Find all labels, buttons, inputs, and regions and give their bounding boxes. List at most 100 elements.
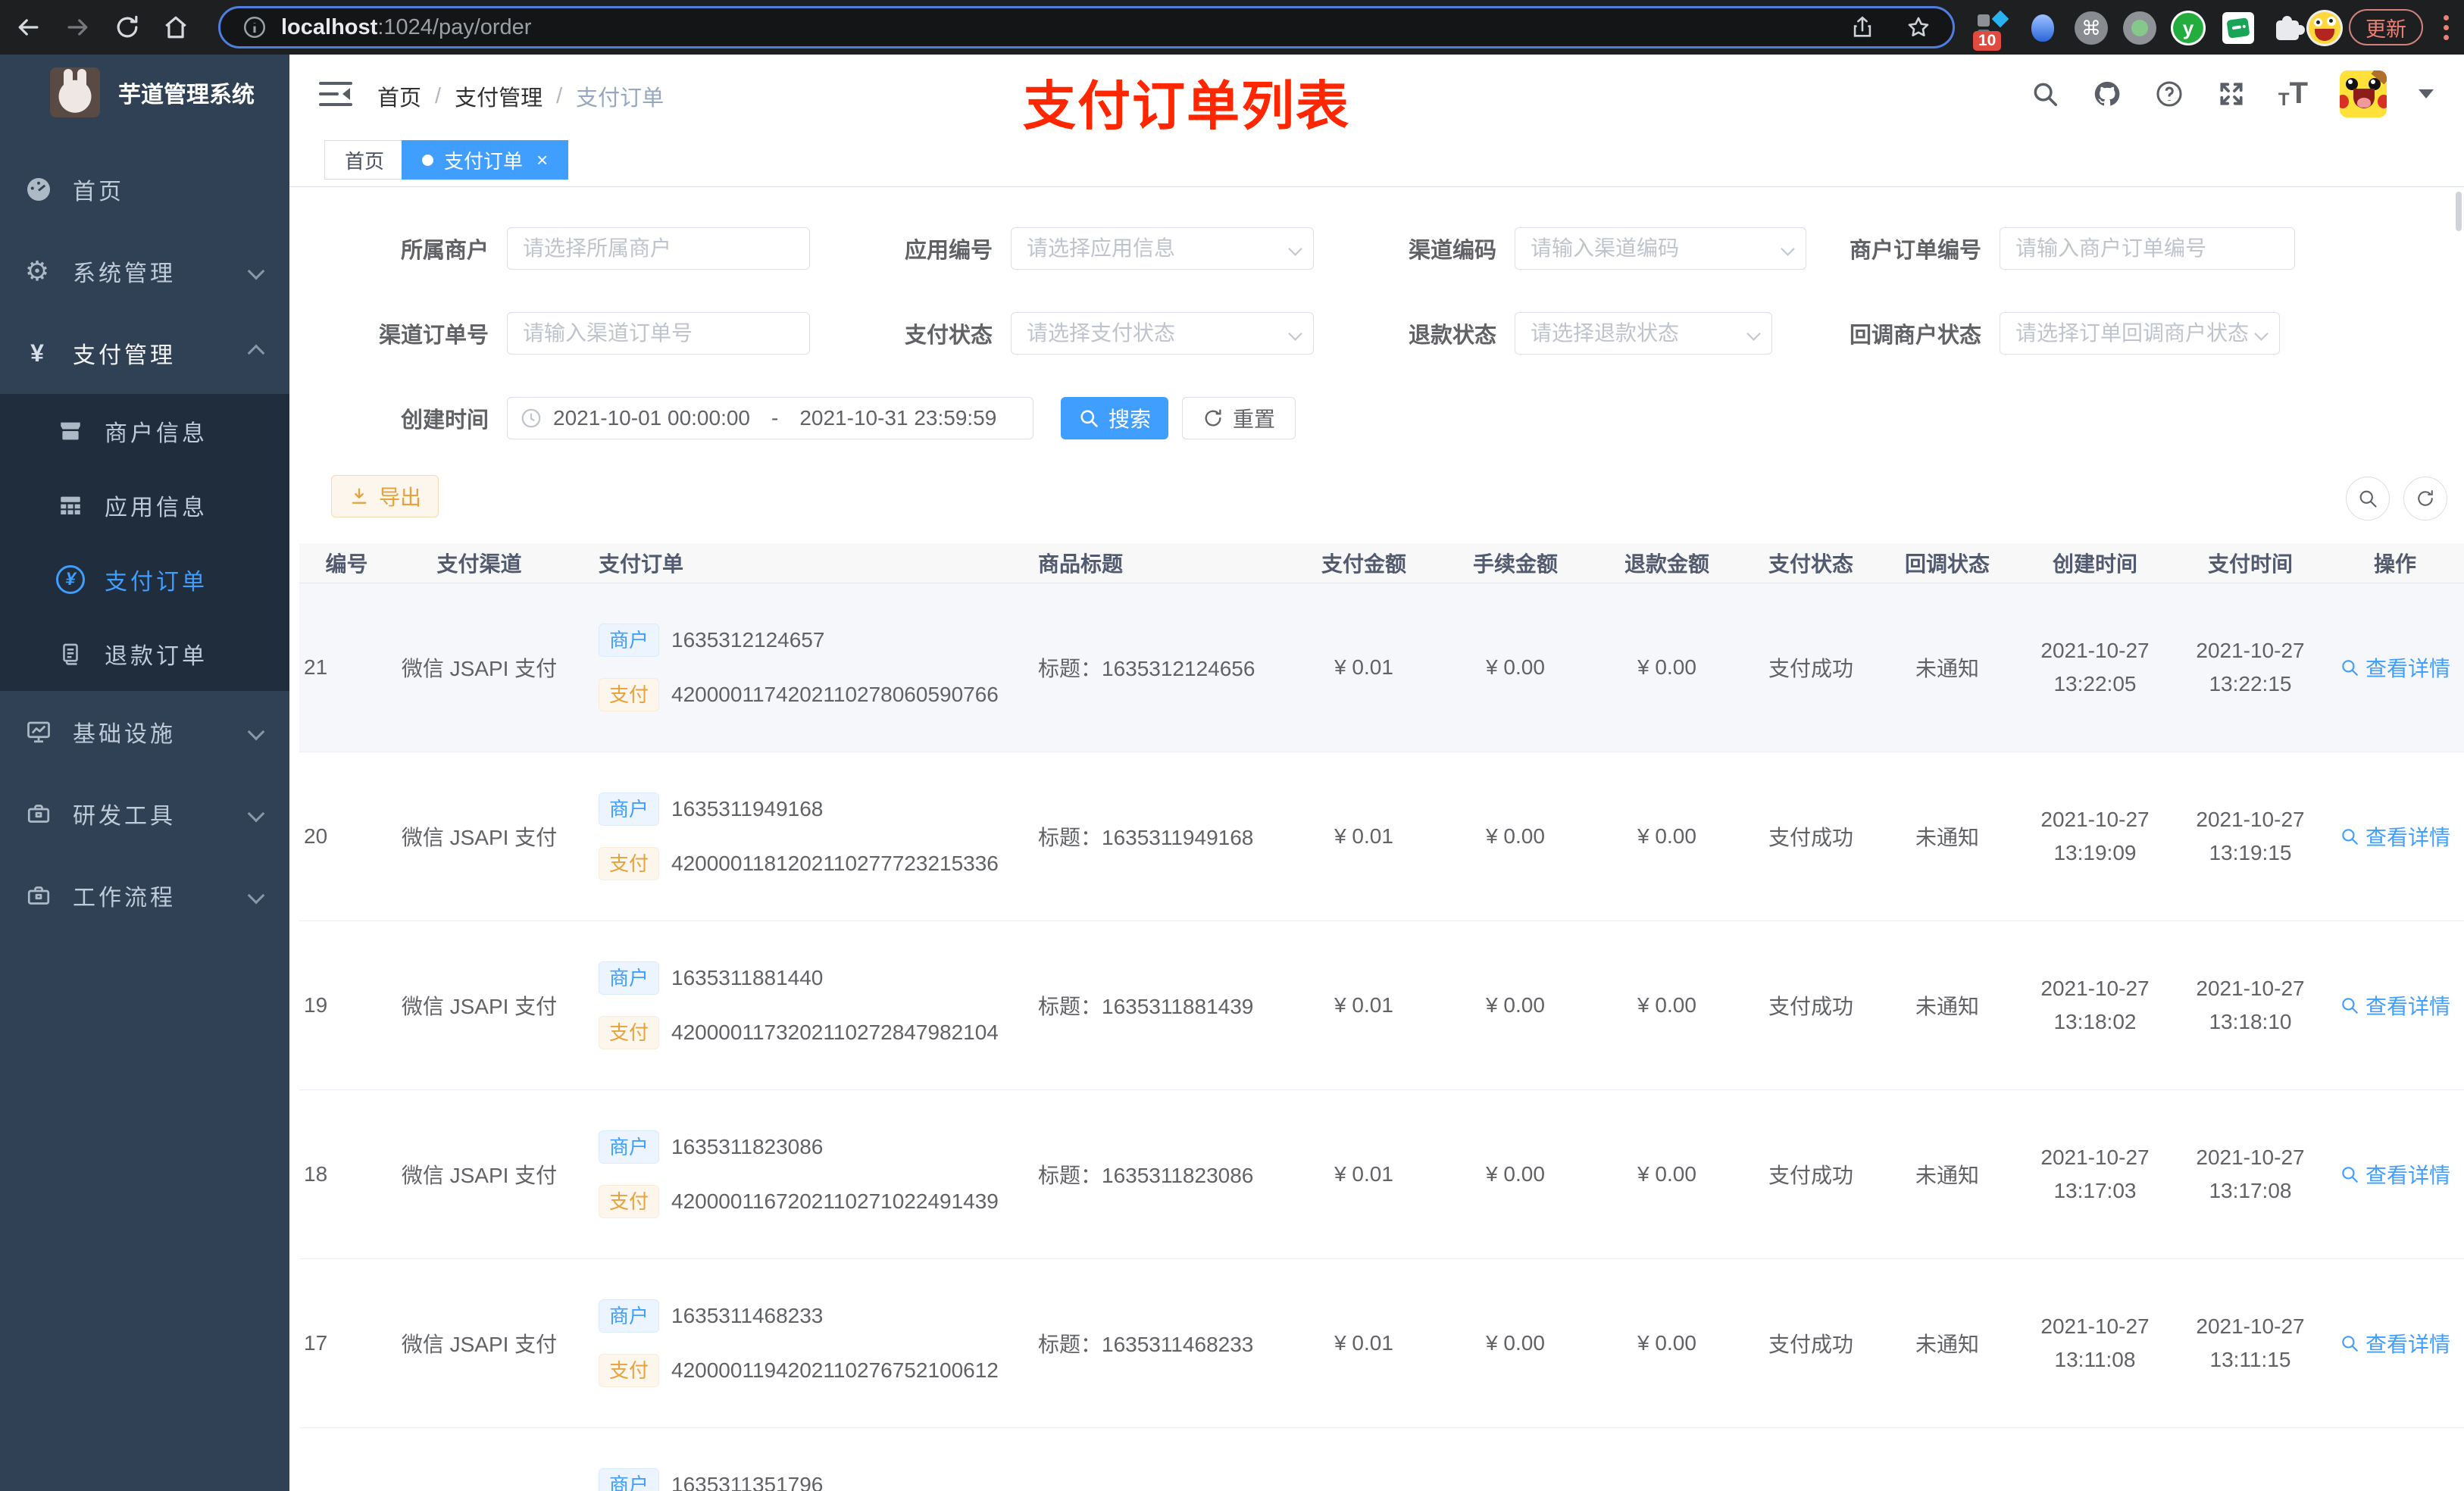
filter-pay-status: 支付状态 xyxy=(822,312,1314,355)
refresh-table-button[interactable] xyxy=(2403,477,2447,520)
extension-y-icon[interactable]: y xyxy=(2170,10,2206,46)
extension-blocks-icon[interactable]: 10 xyxy=(1973,10,2011,51)
hide-search-button[interactable] xyxy=(2346,477,2390,520)
header-search-icon[interactable] xyxy=(2030,79,2060,109)
filter-channel-code: 渠道编码 xyxy=(1326,227,1806,270)
cell-pay-order: 商户 1635312124657 支付 4200001174202110278060… xyxy=(564,583,1030,752)
search-icon xyxy=(2342,1167,2358,1183)
tab-close-icon[interactable]: × xyxy=(536,150,548,170)
share-icon[interactable] xyxy=(1850,14,1875,40)
channel-order-no-input[interactable] xyxy=(507,312,810,355)
sidebar-item-merchant-info[interactable]: 商户信息 xyxy=(0,394,289,468)
cell-status: 支付成功 xyxy=(1768,1333,1853,1356)
cell-actions: 查看详情 xyxy=(2326,921,2464,1089)
merchant-order-no: 1635311468233 xyxy=(671,1304,824,1327)
cell-refund xyxy=(1591,1428,1743,1491)
channel-code-select[interactable] xyxy=(1515,227,1806,270)
cell-channel: 微信 JSAPI 支付 xyxy=(401,1333,558,1356)
cell-actions xyxy=(2326,1428,2464,1491)
cell-title: 标题：1635312124656 xyxy=(1038,657,1255,680)
scrollbar-thumb[interactable] xyxy=(2456,192,2462,231)
user-avatar[interactable] xyxy=(2340,70,2387,117)
notify-status-select[interactable] xyxy=(2000,312,2280,355)
cell-title: 标题：1635311468233 xyxy=(1038,1333,1254,1356)
filter-label: 应用编号 xyxy=(904,239,993,263)
chevron-down-icon xyxy=(247,886,265,905)
app-select[interactable] xyxy=(1011,227,1314,270)
sidebar-item-home[interactable]: 首页 xyxy=(0,148,289,230)
view-detail-link[interactable]: 查看详情 xyxy=(2340,821,2450,852)
site-info-icon[interactable] xyxy=(242,14,267,40)
merchant-select[interactable] xyxy=(507,227,810,270)
merchant-order-no-input[interactable] xyxy=(2000,227,2295,270)
extension-dot-icon[interactable] xyxy=(2122,10,2158,46)
cell-refund: ¥ 0.00 xyxy=(1637,1331,1696,1355)
pay-status-select[interactable] xyxy=(1011,312,1314,355)
col-header-amount: 支付金额 xyxy=(1321,552,1406,576)
cell-created: 2021-10-27 13:22:05 xyxy=(2040,639,2150,695)
reset-button[interactable]: 重置 xyxy=(1182,397,1296,439)
refund-status-select[interactable] xyxy=(1515,312,1772,355)
sidebar-fold-button[interactable] xyxy=(318,79,353,109)
fullscreen-icon[interactable] xyxy=(2216,79,2247,109)
merchant-order-no: 1635311351796 xyxy=(671,1473,824,1491)
browser-reload-button[interactable] xyxy=(111,11,144,44)
sidebar-item-label: 应用信息 xyxy=(105,495,208,520)
app-logo xyxy=(50,67,100,117)
tab-pay-order[interactable]: 支付订单 × xyxy=(402,140,569,180)
cell-title: 标题：1635311881439 xyxy=(1038,995,1254,1018)
browser-back-button[interactable] xyxy=(12,11,45,44)
url-text: localhost:1024/pay/order xyxy=(281,15,531,40)
extension-balloon-icon[interactable] xyxy=(2025,10,2061,46)
view-detail-link[interactable]: 查看详情 xyxy=(2340,1159,2450,1189)
cell-channel xyxy=(394,1428,564,1491)
browser-home-button[interactable] xyxy=(159,11,192,44)
col-header-created: 创建时间 xyxy=(2052,552,2137,576)
view-detail-link[interactable]: 查看详情 xyxy=(2340,1328,2450,1358)
extension-chat-icon[interactable] xyxy=(2220,10,2256,46)
pay-order-no: 4200001174202110278060590766 xyxy=(671,683,999,706)
filter-merchant: 所属商户 xyxy=(318,227,810,270)
app-logo-row[interactable]: 芋道管理系统 xyxy=(0,55,289,130)
url-bar[interactable]: localhost:1024/pay/order xyxy=(218,6,1955,48)
dashboard-icon xyxy=(24,175,53,204)
sidebar-item-app-info[interactable]: 应用信息 xyxy=(0,468,289,542)
create-time-range-input[interactable]: 2021-10-01 00:00:00 - 2021-10-31 23:59:5… xyxy=(507,397,1033,439)
col-header-channel: 支付渠道 xyxy=(436,552,522,576)
sidebar-item-workflow[interactable]: 工作流程 xyxy=(0,855,289,936)
extension-command-icon[interactable]: ⌘ xyxy=(2073,10,2109,46)
font-size-icon[interactable]: TT xyxy=(2278,77,2308,111)
sidebar-item-dev-tools[interactable]: 研发工具 xyxy=(0,773,289,855)
cell-paid xyxy=(2175,1428,2326,1491)
view-detail-link[interactable]: 查看详情 xyxy=(2340,652,2450,683)
sidebar-item-pay-order[interactable]: ¥ 支付订单 xyxy=(0,542,289,617)
browser-forward-button[interactable] xyxy=(61,11,94,44)
breadcrumb-pay-group[interactable]: 支付管理 xyxy=(455,80,543,112)
clock-icon xyxy=(521,408,541,428)
bookmark-star-icon[interactable] xyxy=(1906,14,1931,40)
sidebar-item-label: 系统管理 xyxy=(73,261,176,286)
sidebar-item-label: 研发工具 xyxy=(73,804,176,829)
browser-update-button[interactable]: 更新 xyxy=(2349,9,2423,45)
sidebar-item-label: 退款订单 xyxy=(105,644,208,669)
extensions-puzzle-icon[interactable] xyxy=(2270,10,2306,46)
search-button[interactable]: 搜索 xyxy=(1061,397,1168,439)
help-icon[interactable] xyxy=(2154,79,2184,109)
merchant-tag: 商户 xyxy=(599,1299,660,1333)
browser-profile-avatar[interactable] xyxy=(2306,10,2343,46)
tab-home[interactable]: 首页 xyxy=(324,140,405,180)
search-button-label: 搜索 xyxy=(1108,408,1151,431)
sidebar-item-system[interactable]: ⚙ 系统管理 xyxy=(0,230,289,312)
view-detail-link[interactable]: 查看详情 xyxy=(2340,990,2450,1021)
extension-badge: 10 xyxy=(1973,31,2002,51)
github-icon[interactable] xyxy=(2092,79,2122,109)
gear-icon: ⚙ xyxy=(24,255,53,286)
filter-label: 商户订单编号 xyxy=(1849,239,1981,263)
browser-menu-button[interactable] xyxy=(2440,12,2452,42)
avatar-caret-icon[interactable] xyxy=(2419,89,2434,98)
sidebar-item-pay[interactable]: ¥ 支付管理 xyxy=(0,312,289,394)
sidebar-item-refund-order[interactable]: 退款订单 xyxy=(0,617,289,691)
breadcrumb-home[interactable]: 首页 xyxy=(377,80,421,112)
sidebar-item-infra[interactable]: 基础设施 xyxy=(0,691,289,773)
export-button[interactable]: 导出 xyxy=(331,475,439,517)
